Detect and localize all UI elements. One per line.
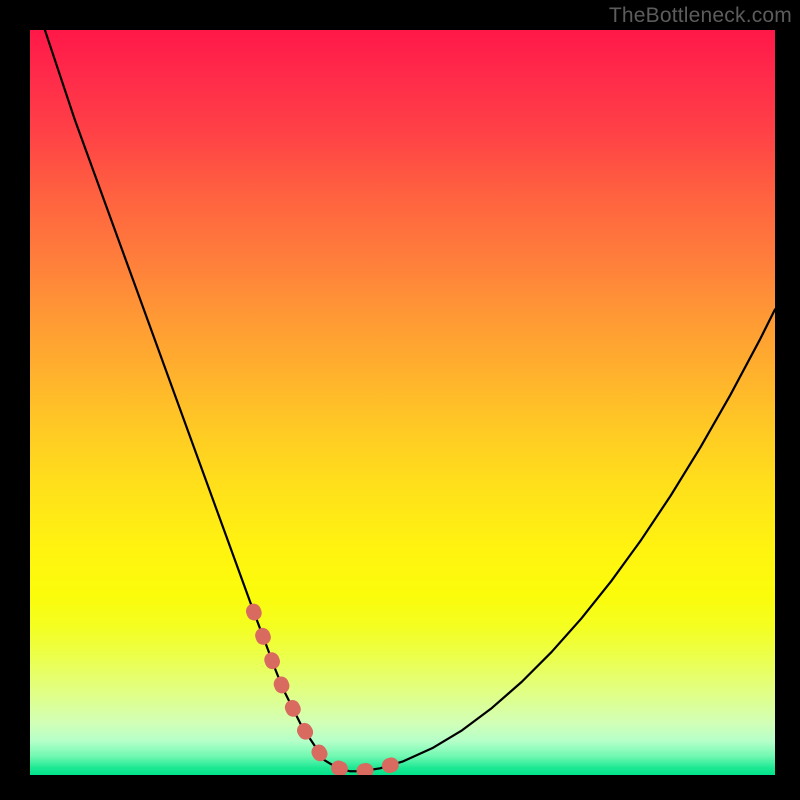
highlight-segment [254, 611, 403, 771]
curve-line [45, 30, 775, 771]
curve-svg [30, 30, 775, 775]
bottleneck-curve [45, 30, 775, 771]
plot-area [30, 30, 775, 775]
watermark-text: TheBottleneck.com [609, 4, 792, 28]
chart-frame: TheBottleneck.com [0, 0, 800, 800]
highlight-line [254, 611, 403, 771]
